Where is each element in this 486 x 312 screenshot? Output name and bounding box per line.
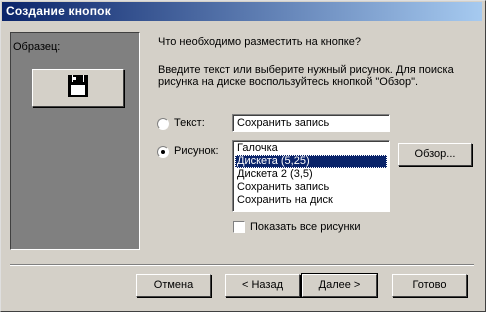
list-item[interactable]: Галочка bbox=[235, 142, 387, 155]
sample-label: Образец: bbox=[13, 41, 61, 53]
cancel-button[interactable]: Отмена bbox=[136, 274, 211, 297]
sample-preview-panel bbox=[10, 32, 140, 250]
list-item[interactable]: Дискета 2 (3,5) bbox=[235, 168, 387, 181]
list-item[interactable]: Сохранить запись bbox=[235, 181, 387, 194]
sample-button-preview bbox=[32, 69, 124, 107]
button-text-value: Сохранить запись bbox=[237, 117, 330, 129]
show-all-label: Показать все рисунки bbox=[250, 221, 361, 233]
show-all-checkbox[interactable] bbox=[233, 221, 245, 233]
window-title: Создание кнопок bbox=[6, 4, 111, 18]
text-radio-label-text: Текст: bbox=[174, 117, 205, 129]
picture-radio-label: Рисунок: bbox=[174, 145, 219, 157]
finish-button[interactable]: Готово bbox=[392, 274, 467, 297]
button-text-input[interactable]: Сохранить запись bbox=[232, 114, 390, 132]
separator bbox=[10, 264, 474, 266]
list-item[interactable]: Дискета (5,25) bbox=[235, 155, 387, 168]
question-text: Что необходимо разместить на кнопке? bbox=[158, 36, 361, 48]
text-radio[interactable] bbox=[157, 118, 169, 130]
instruction-line-1: Введите текст или выберите нужный рисуно… bbox=[158, 64, 454, 76]
back-button[interactable]: < Назад bbox=[225, 274, 300, 297]
title-bar[interactable]: Создание кнопок bbox=[2, 2, 482, 21]
instruction-line-2: рисунка на диске воспользуйтесь кнопкой … bbox=[158, 76, 419, 88]
next-button[interactable]: Далее > bbox=[301, 273, 378, 298]
picture-radio[interactable] bbox=[157, 146, 169, 158]
text-radio-label: Текст: bbox=[174, 117, 205, 129]
browse-button[interactable]: Обзор... bbox=[398, 143, 472, 166]
list-item[interactable]: Сохранить на диск bbox=[235, 194, 387, 207]
picture-listbox[interactable]: Галочка Дискета (5,25) Дискета 2 (3,5) С… bbox=[232, 140, 390, 212]
floppy-disk-icon bbox=[68, 75, 88, 97]
